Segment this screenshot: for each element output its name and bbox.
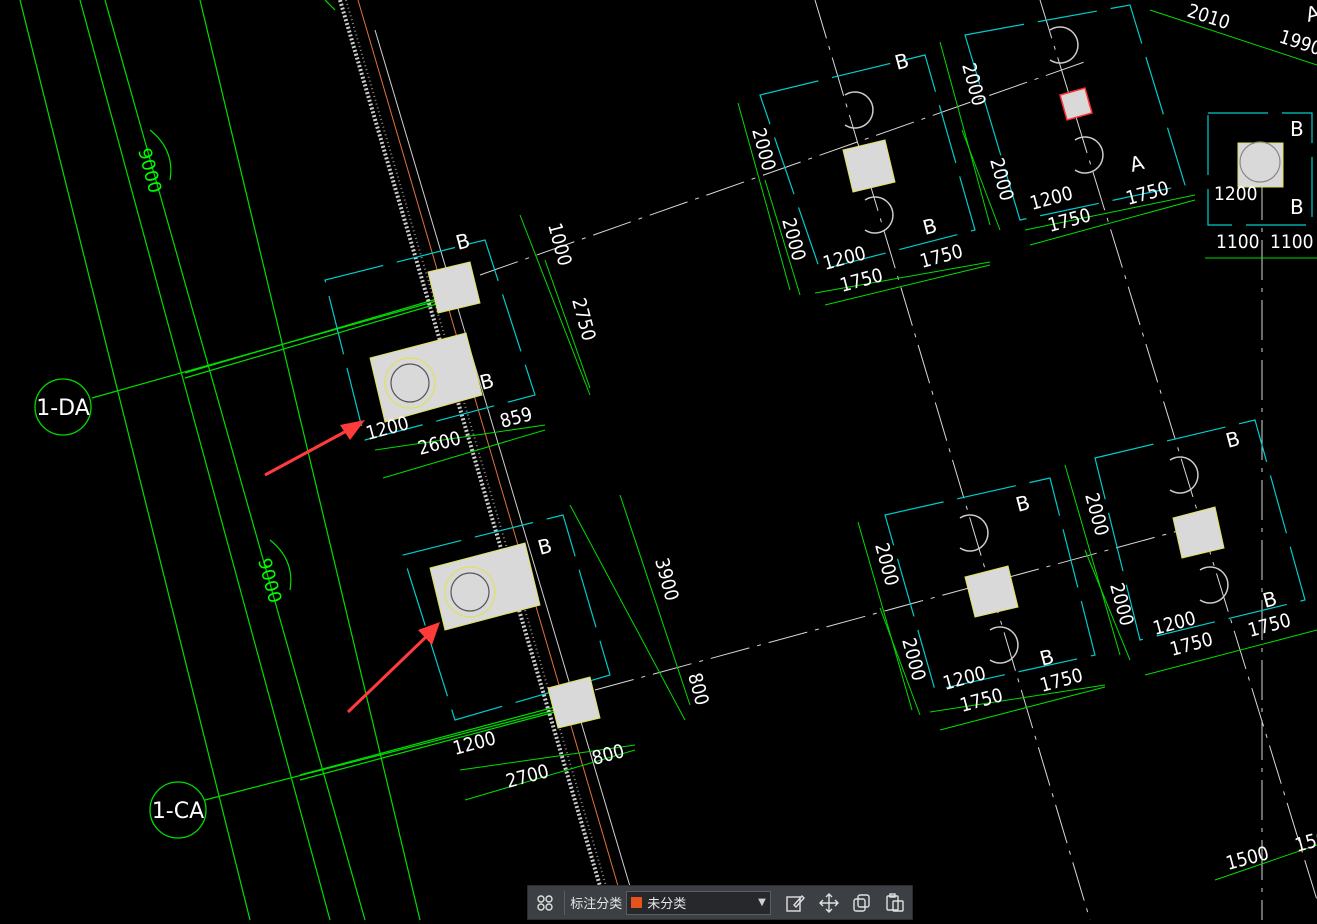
foundation-tag: B: [1223, 426, 1242, 453]
dimension-value: 2700: [504, 760, 552, 793]
dimension-value: 1100: [1216, 231, 1260, 253]
dimension-value: 800: [683, 671, 713, 708]
axis-bubble-1-ca[interactable]: 1-CA: [149, 781, 207, 839]
foundation-tag: B: [920, 213, 939, 240]
foundation-tag: B: [1290, 117, 1304, 141]
cad-canvas[interactable]: 9000 9000 1-DA 1-CA 1000 2750 1200 2600 …: [0, 0, 1317, 921]
dimension-value: 2000: [957, 61, 990, 109]
dimension-value: 1500: [1224, 842, 1272, 875]
dimension-value: 800: [590, 740, 627, 770]
dimension-value: 1200: [1214, 183, 1258, 205]
toolbar-divider: [564, 890, 566, 915]
dimension-value: 1200: [364, 412, 412, 445]
foundation-tag: B: [1260, 586, 1279, 613]
span-label-top: 9000: [133, 146, 165, 196]
foundation-tag: A: [1303, 0, 1317, 27]
center-lines: [479, 0, 1317, 921]
foundation-tag: B: [892, 48, 911, 75]
foundation-tag: B: [453, 228, 472, 255]
dimension-value: 2000: [777, 216, 810, 264]
dropdown-arrow-icon: ▼: [758, 897, 766, 908]
dimension-value: 1990: [1276, 26, 1317, 60]
dimension-value: 859: [498, 403, 535, 433]
boundary-wall: [338, 0, 641, 921]
annotation-arrows: [264, 420, 440, 714]
category-select[interactable]: 未分类 ▼: [626, 890, 771, 915]
dimension-value: 1000: [543, 221, 576, 269]
dimension-value: 2000: [985, 156, 1018, 204]
axis-bubble-1-da[interactable]: 1-DA: [34, 378, 92, 436]
category-color-swatch: [631, 897, 643, 908]
foundation-tag: B: [1290, 195, 1304, 219]
dimension-value: 1100: [1270, 231, 1314, 253]
paste-icon[interactable]: [882, 889, 909, 917]
copy-icon[interactable]: [848, 889, 875, 917]
category-label: 标注分类: [570, 897, 623, 912]
edit-icon[interactable]: [782, 889, 809, 917]
foundation-tag: A: [1127, 150, 1147, 177]
foundation-tag: B: [535, 533, 554, 560]
foundation-tag: B: [1013, 490, 1032, 517]
grid-icon[interactable]: [531, 889, 558, 917]
dimension-lines: [374, 9, 1317, 881]
category-select-value: 未分类: [647, 897, 687, 912]
axis-lines: [19, 0, 556, 921]
move-icon[interactable]: [815, 889, 842, 917]
axis-label-1-ca: 1-CA: [152, 799, 204, 824]
dimension-value: 1750: [1124, 177, 1172, 210]
cad-drawing[interactable]: 9000 9000 1-DA 1-CA 1000 2750 1200 2600 …: [0, 0, 1317, 921]
axis-label-1-da: 1-DA: [36, 396, 90, 421]
dimension-value: 2000: [1080, 491, 1113, 539]
dimension-value: 3900: [650, 556, 683, 604]
span-arcs: [149, 129, 292, 591]
dimension-value: 2600: [416, 427, 464, 460]
dimension-value: 1750: [1246, 609, 1294, 642]
dimension-value: 1200: [451, 727, 499, 760]
span-label-bottom: 9000: [253, 556, 285, 606]
dimension-value: 2000: [747, 126, 780, 174]
dimension-texts: 1000 2750 1200 2600 859 B B 3900 800 120…: [364, 0, 1317, 875]
annotation-toolbar: 标注分类 未分类 ▼: [527, 885, 913, 920]
